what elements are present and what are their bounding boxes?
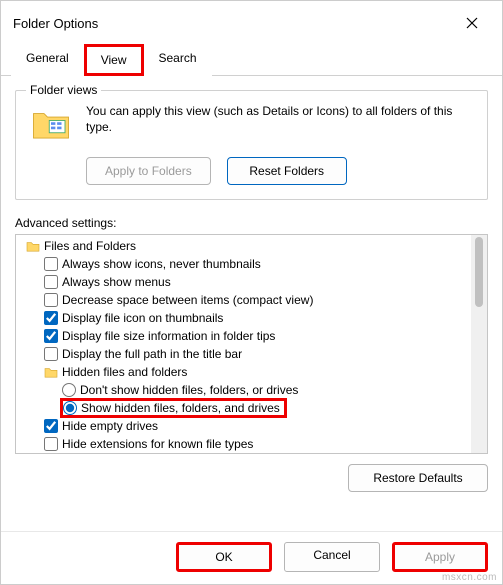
dialog-title: Folder Options [13,16,98,31]
folder-icon [44,366,58,378]
tree-item[interactable]: Show hidden files, folders, and drives [20,399,471,417]
tree-folder-label: Hidden files and folders [62,365,187,379]
tree-root-label: Files and Folders [44,239,136,253]
checkbox-file-icon-thumb[interactable] [44,311,58,325]
tree-item[interactable]: Don't show hidden files, folders, or dri… [20,381,471,399]
tree-item-label: Decrease space between items (compact vi… [62,293,313,307]
watermark: msxcn.com [442,572,497,583]
reset-folders-button[interactable]: Reset Folders [227,157,347,185]
folder-options-dialog: Folder Options General View Search Folde… [0,0,503,585]
apply-button: Apply [392,542,488,572]
tree-folder-root: Files and Folders [20,237,471,255]
checkbox-hide-empty-drives[interactable] [44,419,58,433]
apply-to-folders-button: Apply to Folders [86,157,211,185]
checkbox-full-path-title[interactable] [44,347,58,361]
close-button[interactable] [454,9,490,37]
tree-item[interactable]: Hide extensions for known file types [20,435,471,453]
tab-strip: General View Search [1,43,502,76]
tree-item-label: Display the full path in the title bar [62,347,242,361]
restore-defaults-button[interactable]: Restore Defaults [348,464,488,492]
tree-item-label: Hide extensions for known file types [62,437,253,451]
cancel-button[interactable]: Cancel [284,542,380,572]
ok-button[interactable]: OK [176,542,272,572]
tree-item[interactable]: Always show icons, never thumbnails [20,255,471,273]
tab-search[interactable]: Search [144,44,212,76]
tree-item[interactable]: Display the full path in the title bar [20,345,471,363]
close-icon [466,17,478,29]
tree-item[interactable]: Hide empty drives [20,417,471,435]
radio-show-hidden[interactable] [63,401,77,415]
folder-views-label: Folder views [26,83,101,97]
folder-view-icon [30,103,72,145]
dialog-button-row: OK Cancel Apply [1,531,502,584]
titlebar: Folder Options [1,1,502,43]
tree-scrollbar[interactable] [471,235,487,453]
advanced-settings-label: Advanced settings: [15,216,488,230]
tab-general[interactable]: General [11,44,84,76]
tree-folder-hidden: Hidden files and folders [20,363,471,381]
tree-item[interactable]: Display file icon on thumbnails [20,309,471,327]
scrollbar-thumb[interactable] [475,237,483,307]
checkbox-hide-extensions[interactable] [44,437,58,451]
folder-views-group: Folder views You can apply this view (su… [15,90,488,200]
tree-item-label: Always show menus [62,275,171,289]
tree-item-label: Always show icons, never thumbnails [62,257,261,271]
tree-item-label: Display file size information in folder … [62,329,275,343]
tree-item[interactable]: Always show menus [20,273,471,291]
folder-views-text: You can apply this view (such as Details… [86,103,473,145]
tree-item[interactable]: Decrease space between items (compact vi… [20,291,471,309]
tree-item-label: Hide empty drives [62,419,158,433]
tab-view[interactable]: View [84,44,144,76]
tree-list: Files and Folders Always show icons, nev… [16,235,471,453]
tree-item-label: Display file icon on thumbnails [62,311,223,325]
checkbox-file-size-tips[interactable] [44,329,58,343]
tree-item-label: Don't show hidden files, folders, or dri… [80,383,298,397]
folder-icon [26,240,40,252]
checkbox-always-icons[interactable] [44,257,58,271]
advanced-settings-tree: Files and Folders Always show icons, nev… [15,234,488,454]
highlighted-option: Show hidden files, folders, and drives [60,398,287,418]
tree-item-label: Show hidden files, folders, and drives [81,401,280,415]
checkbox-compact-view[interactable] [44,293,58,307]
checkbox-always-menus[interactable] [44,275,58,289]
tree-item[interactable]: Display file size information in folder … [20,327,471,345]
radio-dont-show-hidden[interactable] [62,383,76,397]
tab-content: Folder views You can apply this view (su… [1,76,502,531]
